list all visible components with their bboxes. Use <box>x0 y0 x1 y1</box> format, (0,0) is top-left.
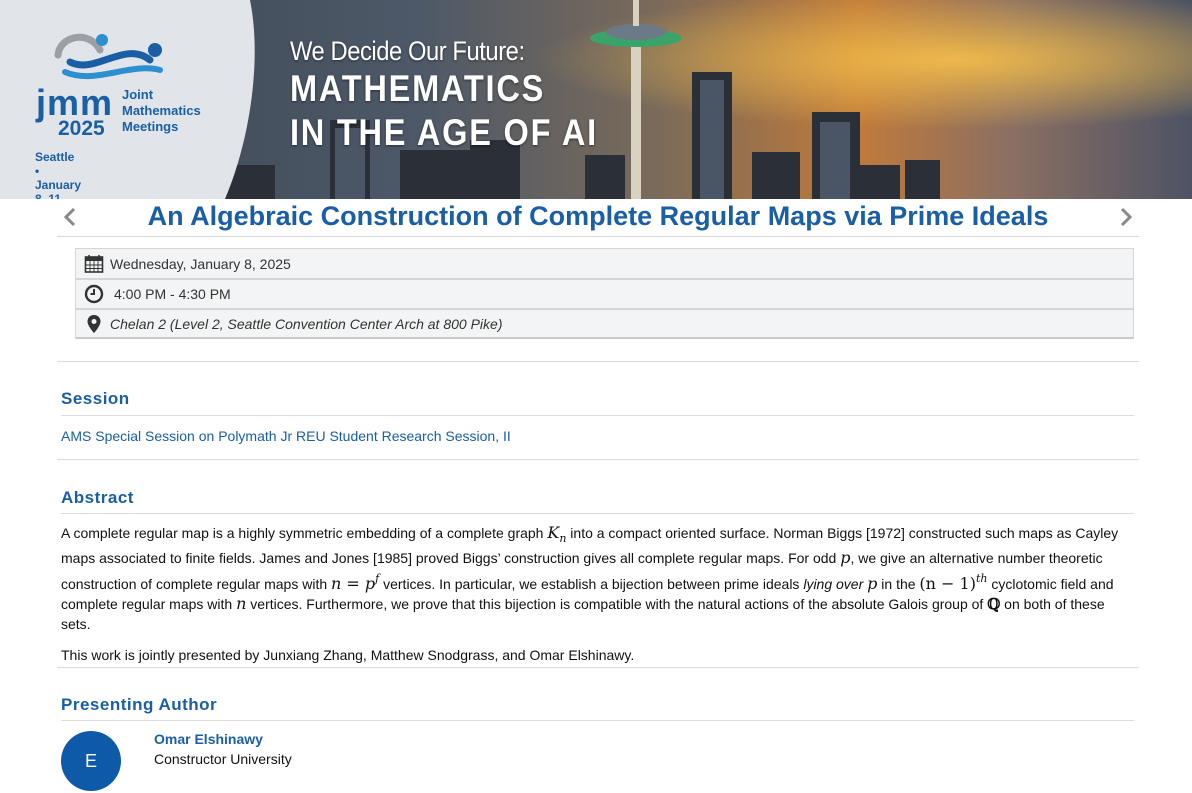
math-n: n <box>236 594 247 614</box>
divider <box>57 667 1139 668</box>
time-row: 4:00 PM - 4:30 PM <box>75 278 1134 309</box>
math-K: K <box>547 523 560 542</box>
talk-details: Wednesday, January 8, 2025 4:00 PM - 4:3… <box>75 248 1134 339</box>
meeting-theme: We Decide Our Future: MATHEMATICS IN THE… <box>290 36 640 155</box>
math-n-minus-1: (n − 1) <box>919 573 976 593</box>
abstract-emphasis: lying over <box>803 575 864 592</box>
session-heading: Session <box>61 389 130 408</box>
logo-city-date: Seattle • January 8–11 <box>35 150 82 199</box>
logo-org-line: Meetings <box>122 119 179 134</box>
math-p: p <box>867 573 878 593</box>
talk-date: Wednesday, January 8, 2025 <box>110 255 291 272</box>
abstract-heading: Abstract <box>61 488 134 507</box>
logo-org-name: Joint Mathematics Meetings <box>122 87 232 135</box>
calendar-icon <box>84 254 104 273</box>
talk-location: Chelan 2 (Level 2, Seattle Convention Ce… <box>110 315 503 332</box>
talk-title-bar: An Algebraic Construction of Complete Re… <box>57 199 1139 237</box>
math-sup-th: th <box>975 571 988 585</box>
location-row: Chelan 2 (Level 2, Seattle Convention Ce… <box>75 308 1134 339</box>
session-link[interactable]: AMS Special Session on Polymath Jr REU S… <box>61 428 511 444</box>
divider <box>57 361 1139 362</box>
divider <box>61 720 1134 721</box>
logo-year-text: 2025 <box>58 117 105 140</box>
abstract-paragraph: This work is jointly presented by Junxia… <box>61 647 635 664</box>
abstract-paragraph: A complete regular map is a highly symme… <box>61 523 1131 634</box>
author-affiliation: Constructor University <box>154 751 292 767</box>
math-n-eq-p: n = p <box>331 573 376 593</box>
header-banner: jmm 2025 Joint Mathematics Meetings Seat… <box>0 0 1192 199</box>
chevron-left-icon <box>63 207 76 227</box>
page-title: An Algebraic Construction of Complete Re… <box>147 201 1049 231</box>
theme-tagline: We Decide Our Future: <box>290 36 525 66</box>
abstract-text: A complete regular map is a highly symme… <box>61 525 548 541</box>
map-pin-icon <box>87 314 101 333</box>
theme-line-2: IN THE AGE OF AI <box>290 112 598 153</box>
abstract-text: in the <box>877 575 920 592</box>
date-row: Wednesday, January 8, 2025 <box>75 248 1134 279</box>
math-p: p <box>840 548 851 568</box>
logo-org-line: Mathematics <box>122 103 201 118</box>
presenting-author-heading: Presenting Author <box>61 695 218 714</box>
author-name-link[interactable]: Omar Elshinawy <box>154 731 263 747</box>
abstract-text: vertices. In particular, we establish a … <box>379 575 804 592</box>
math-rationals: ℚ <box>987 595 1001 614</box>
divider <box>61 415 1134 416</box>
abstract-text: vertices. Furthermore, we prove that thi… <box>246 596 988 613</box>
logo-org-line: Joint <box>122 87 154 102</box>
chevron-right-icon <box>1120 207 1133 227</box>
talk-time: 4:00 PM - 4:30 PM <box>114 286 231 302</box>
abstract-body: A complete regular map is a highly symme… <box>61 523 1131 678</box>
theme-line-1: MATHEMATICS <box>290 68 546 109</box>
clock-icon <box>84 284 104 304</box>
divider <box>57 459 1139 460</box>
divider <box>61 513 1134 514</box>
previous-talk-button[interactable] <box>57 203 83 231</box>
avatar: E <box>61 731 121 791</box>
next-talk-button[interactable] <box>1113 203 1139 231</box>
